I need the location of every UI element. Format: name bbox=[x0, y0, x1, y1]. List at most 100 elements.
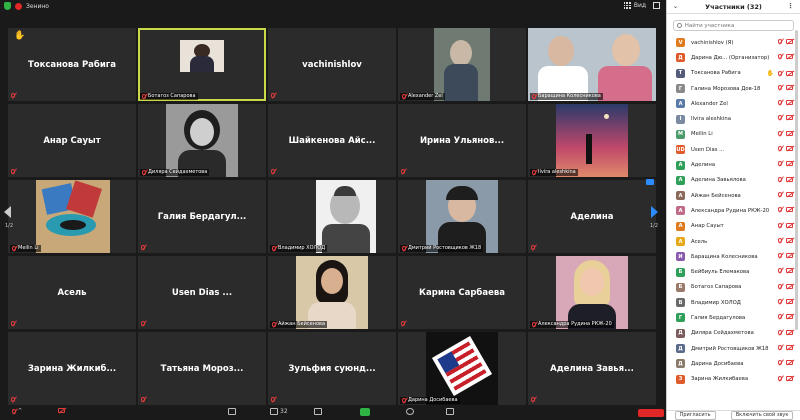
video-tile[interactable]: Alexander Zel bbox=[398, 28, 526, 101]
participant-name: Ilvira aleshkina bbox=[691, 116, 731, 123]
video-tile[interactable]: Ilvira aleshkina bbox=[528, 104, 656, 177]
end-meeting-button[interactable] bbox=[638, 409, 664, 417]
participant-status bbox=[778, 375, 793, 381]
mic-muted-icon bbox=[531, 245, 535, 250]
participant-row[interactable]: З Зарина Жилкибаева bbox=[667, 372, 795, 387]
participant-row[interactable]: А Асель bbox=[667, 234, 795, 249]
avatar: И bbox=[676, 252, 685, 262]
participant-row[interactable]: А Айжан Бейсенова bbox=[667, 188, 795, 203]
participant-name: Галина Морозова Дов-18 bbox=[691, 85, 761, 92]
previous-page-arrow[interactable] bbox=[4, 206, 11, 218]
avatar: Г bbox=[676, 84, 685, 94]
video-tile[interactable]: Карина Сарбаева bbox=[398, 256, 526, 329]
video-tile[interactable]: Аделина Завья... bbox=[528, 332, 656, 405]
video-tile[interactable]: Зульфия суюнд... bbox=[268, 332, 396, 405]
participant-search[interactable] bbox=[673, 20, 794, 31]
avatar: А bbox=[676, 221, 685, 231]
participant-row[interactable]: Б Ботагоз Сапарова bbox=[667, 280, 795, 295]
participant-row[interactable]: UD Usen Dias ... bbox=[667, 142, 795, 157]
participant-row[interactable]: А Аделина bbox=[667, 157, 795, 172]
participant-video bbox=[296, 256, 368, 329]
video-tile[interactable]: Дарина Досибаева bbox=[398, 332, 526, 405]
tile-caption: Ботагоз Сапарова bbox=[140, 93, 198, 100]
participant-row[interactable]: А Александра Рудина РКЖ-20 bbox=[667, 203, 795, 218]
video-tile[interactable]: Аделина bbox=[528, 180, 656, 253]
view-button[interactable]: Вид bbox=[623, 2, 660, 9]
shield-icon[interactable] bbox=[4, 2, 11, 10]
video-tile[interactable]: Владимир ХОЛОД bbox=[268, 180, 396, 253]
avatar: V bbox=[676, 38, 685, 48]
participant-row[interactable]: M Meilin Li bbox=[667, 127, 795, 142]
participant-row[interactable]: Vvachinishlov (Я) bbox=[667, 35, 795, 50]
video-tile[interactable]: Ирина Ульянов... bbox=[398, 104, 526, 177]
chevron-down-icon[interactable]: ⌄ bbox=[673, 3, 678, 10]
participant-row[interactable]: Б Бейбиуль Елемакова bbox=[667, 264, 795, 279]
security-button[interactable] bbox=[228, 408, 236, 415]
video-tile[interactable]: Диляра Сейдахметова bbox=[138, 104, 266, 177]
participant-video bbox=[556, 256, 628, 329]
participant-status bbox=[778, 191, 793, 197]
tile-more-button[interactable] bbox=[646, 179, 654, 185]
participant-row[interactable]: A Alexander Zel bbox=[667, 96, 795, 111]
participant-row[interactable]: А Анар Сауыт bbox=[667, 219, 795, 234]
participant-row[interactable]: Д Диляра Сейдахметова bbox=[667, 326, 795, 341]
tile-name: Токсанова Рабига bbox=[27, 59, 116, 70]
participant-row[interactable]: Д Дарина Досибаева bbox=[667, 356, 795, 371]
chat-button[interactable] bbox=[314, 408, 322, 415]
fullscreen-icon[interactable] bbox=[653, 2, 660, 9]
participant-row[interactable]: И Баращина Колесникова bbox=[667, 249, 795, 264]
video-tile[interactable]: Александра Рудина РКЖ-20 bbox=[528, 256, 656, 329]
participant-status bbox=[778, 207, 793, 213]
reactions-button[interactable] bbox=[446, 408, 454, 415]
camera-off-icon bbox=[786, 344, 793, 350]
participant-row[interactable]: А Аделина Завьялова bbox=[667, 173, 795, 188]
view-label: Вид bbox=[633, 2, 646, 9]
participant-video bbox=[426, 332, 498, 405]
mute-button[interactable]: ^ bbox=[12, 408, 22, 414]
participant-row[interactable]: I Ilvira aleshkina bbox=[667, 111, 795, 126]
participant-status bbox=[778, 329, 793, 335]
participant-row[interactable]: Д Дмитрий Ростовщиков Ж18 bbox=[667, 341, 795, 356]
camera-off-icon bbox=[786, 207, 793, 213]
video-tile[interactable]: Meilin Li bbox=[8, 180, 136, 253]
participant-name: Аделина bbox=[691, 162, 716, 169]
video-tile[interactable]: vachinishlov bbox=[268, 28, 396, 101]
next-page-arrow[interactable] bbox=[651, 206, 658, 218]
video-tile[interactable]: Анар Сауыт bbox=[8, 104, 136, 177]
unmute-self-button[interactable]: Включить свой звук bbox=[730, 411, 794, 420]
video-tile[interactable]: Асель bbox=[8, 256, 136, 329]
record-button[interactable] bbox=[406, 408, 414, 415]
participant-scrollbar[interactable] bbox=[795, 30, 798, 330]
video-tile[interactable]: Дмитрий Ростовщиков Ж18 bbox=[398, 180, 526, 253]
participant-row[interactable]: В Владимир ХОЛОД bbox=[667, 295, 795, 310]
video-tile[interactable]: Шайкенова Айс... bbox=[268, 104, 396, 177]
invite-button[interactable]: Пригласить bbox=[674, 411, 716, 420]
video-button[interactable] bbox=[58, 408, 65, 413]
mic-muted-icon bbox=[778, 207, 782, 213]
video-tile[interactable]: Зарина Жилкиб... bbox=[8, 332, 136, 405]
search-input[interactable] bbox=[684, 22, 793, 29]
video-tile[interactable]: Галия Бердагул... bbox=[138, 180, 266, 253]
share-screen-button[interactable] bbox=[360, 408, 370, 416]
avatar: Д bbox=[676, 328, 685, 338]
meeting-info-label[interactable]: Зенино bbox=[26, 3, 49, 10]
mic-muted-icon bbox=[402, 398, 406, 403]
video-tile-active-speaker[interactable]: Ботагоз Сапарова bbox=[138, 28, 266, 101]
participant-status bbox=[778, 237, 793, 243]
video-tile[interactable]: Татьяна Мороз... bbox=[138, 332, 266, 405]
participants-button[interactable]: 32 bbox=[270, 408, 288, 415]
video-tile[interactable]: Usen Dias ... bbox=[138, 256, 266, 329]
mic-muted-icon bbox=[778, 253, 782, 259]
video-tile[interactable]: Токсанова Рабига bbox=[8, 28, 136, 101]
participant-row[interactable]: Т Токсанова Рабига ✋ bbox=[667, 66, 795, 81]
mic-muted-icon bbox=[402, 94, 406, 99]
search-icon bbox=[677, 23, 682, 28]
video-tile[interactable]: Баращина Колесникова bbox=[528, 28, 656, 101]
video-tile[interactable]: Айжан Бейсенова bbox=[268, 256, 396, 329]
mic-muted-icon bbox=[272, 246, 276, 251]
participant-row[interactable]: Г Галина Морозова Дов-18 bbox=[667, 81, 795, 96]
more-options-icon[interactable]: ⋮ bbox=[787, 2, 794, 10]
mic-muted-icon bbox=[142, 170, 146, 175]
participant-row[interactable]: Д Дарина Дю... (Организатор) bbox=[667, 50, 795, 65]
participant-row[interactable]: Г Галия Бердагулова bbox=[667, 310, 795, 325]
